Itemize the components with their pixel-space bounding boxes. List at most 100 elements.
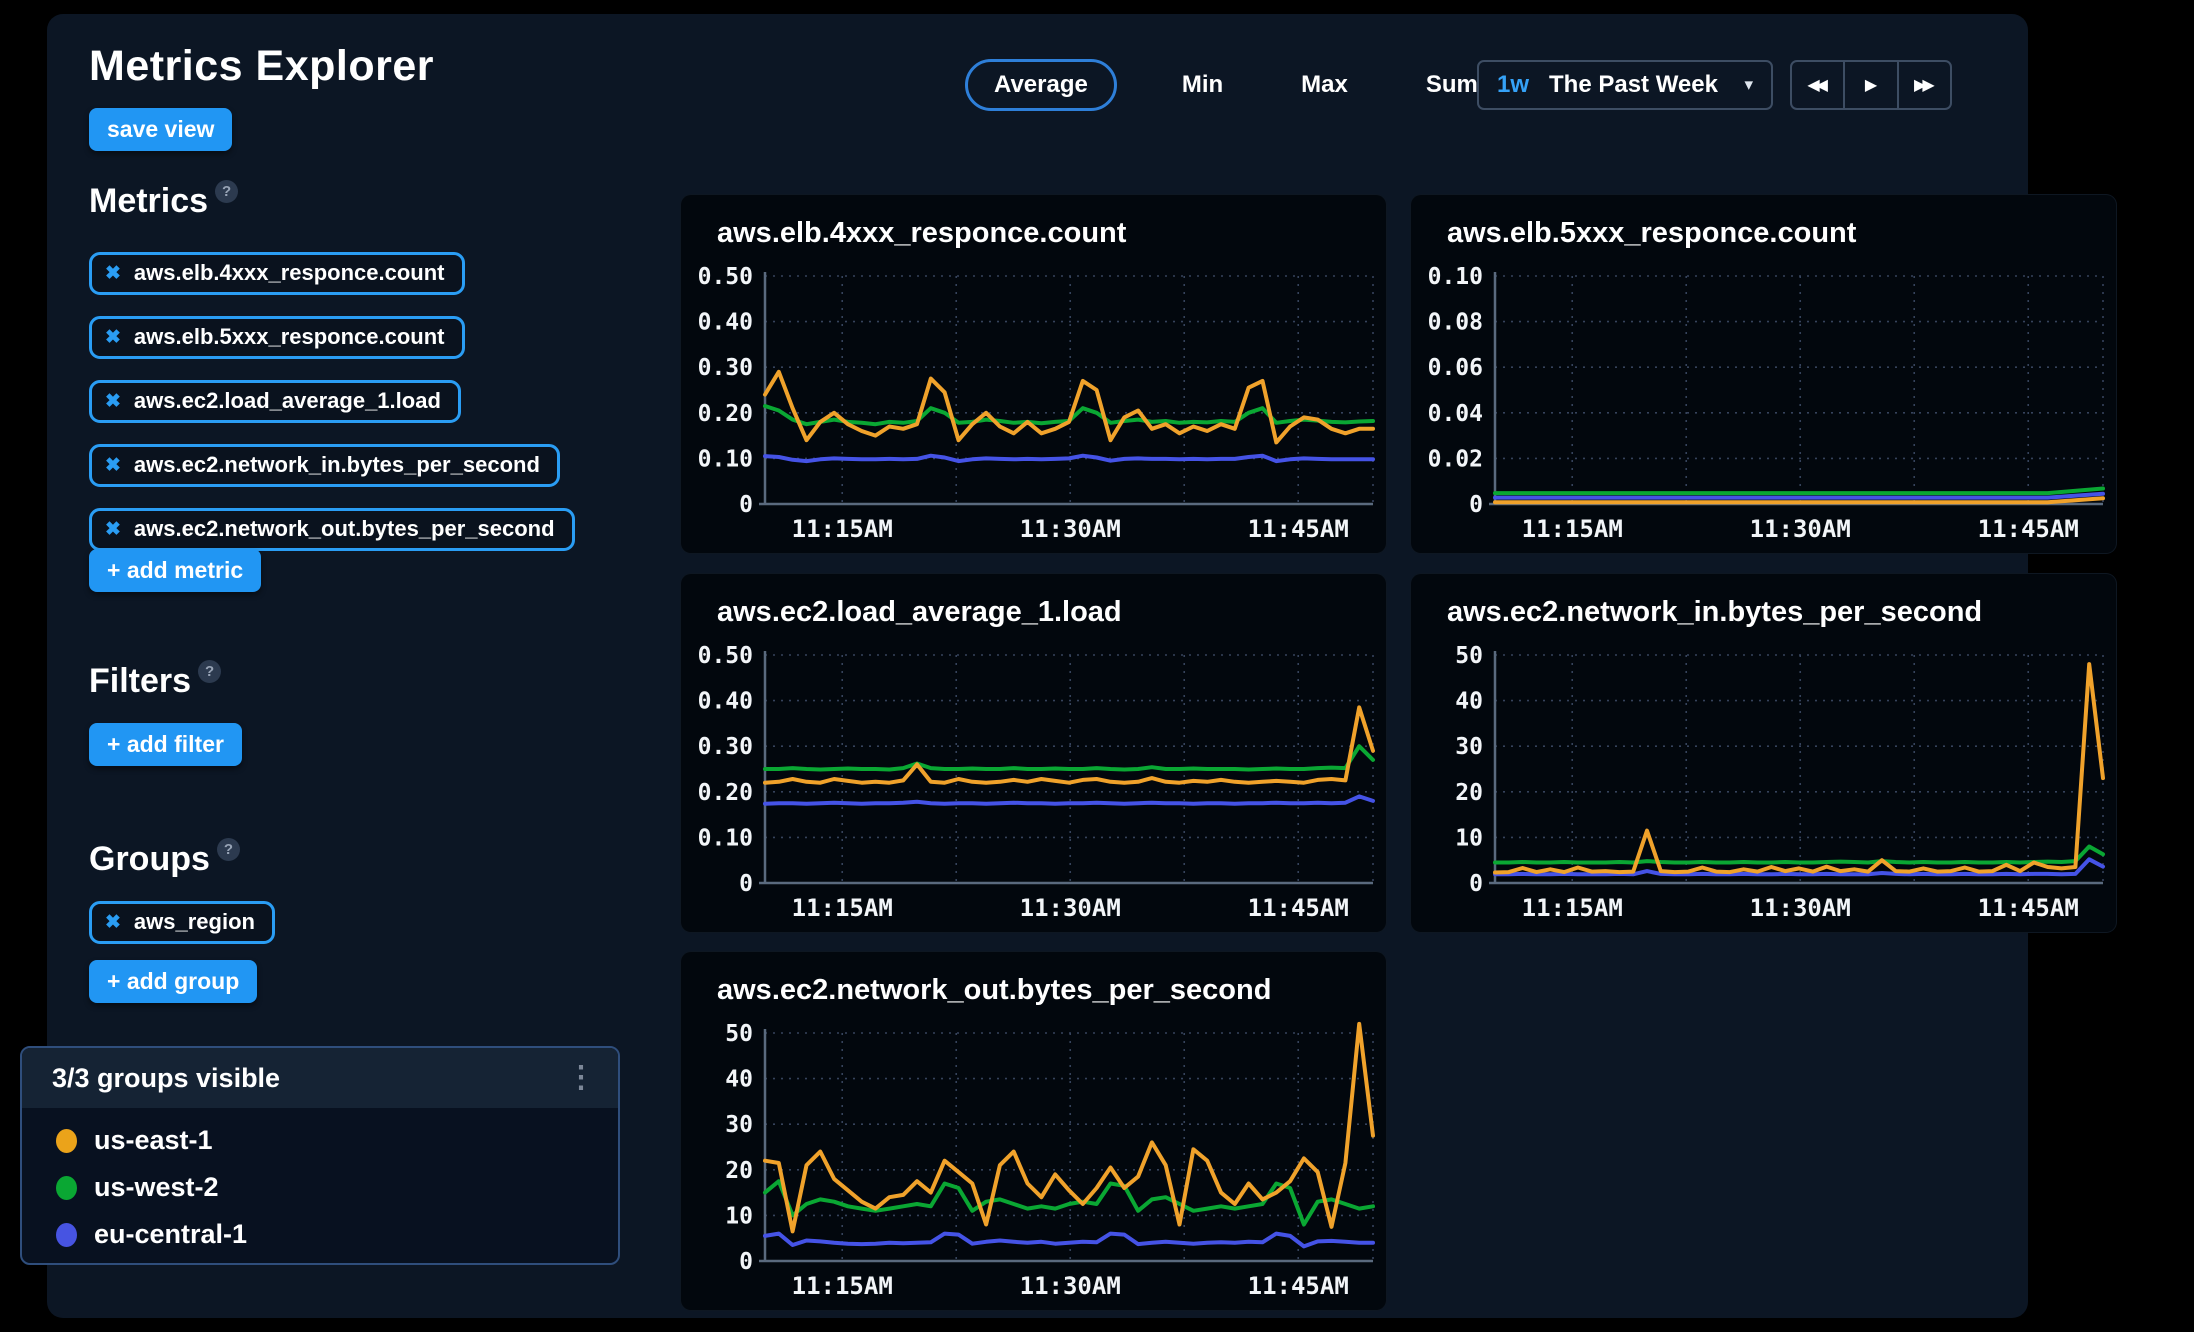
svg-text:11:15AM: 11:15AM <box>792 1272 893 1300</box>
legend-item-eu-central-1[interactable]: eu-central-1 <box>56 1218 618 1251</box>
groups-visible-title: 3/3 groups visible <box>52 1063 280 1094</box>
chart-card-aws.elb.5xxx_responce.count: aws.elb.5xxx_responce.count0.100.080.060… <box>1411 195 2116 553</box>
chart-card-aws.elb.4xxx_responce.count: aws.elb.4xxx_responce.count0.500.400.300… <box>681 195 1386 553</box>
chip-aws.elb.5xxx_responce.count[interactable]: ✖ aws.elb.5xxx_responce.count <box>89 316 465 359</box>
svg-text:11:45AM: 11:45AM <box>1978 515 2079 543</box>
legend-item-us-east-1[interactable]: us-east-1 <box>56 1124 618 1157</box>
forward-icon: ▶▶ <box>1914 75 1935 95</box>
aggregation-max[interactable]: Max <box>1288 59 1361 111</box>
chart-plot: 5040302010011:15AM11:30AM11:45AM <box>681 952 1386 1310</box>
svg-text:10: 10 <box>1455 825 1483 851</box>
remove-chip-icon[interactable]: ✖ <box>105 520 121 539</box>
chip-aws.ec2.load_average_1.load[interactable]: ✖ aws.ec2.load_average_1.load <box>89 380 461 423</box>
aggregation-min[interactable]: Min <box>1169 59 1236 111</box>
chevron-down-icon: ▾ <box>1744 75 1753 95</box>
chip-label: aws.ec2.network_out.bytes_per_second <box>134 516 555 542</box>
series-line-eu-central-1 <box>765 456 1373 461</box>
remove-chip-icon[interactable]: ✖ <box>105 264 121 283</box>
svg-text:0.08: 0.08 <box>1428 310 1483 336</box>
svg-text:50: 50 <box>725 1021 753 1047</box>
kebab-menu-icon[interactable]: ⋮ <box>566 1063 596 1093</box>
svg-text:10: 10 <box>725 1203 753 1229</box>
chip-label: aws_region <box>134 909 255 935</box>
svg-text:0: 0 <box>1469 492 1483 518</box>
svg-text:11:30AM: 11:30AM <box>1020 515 1121 543</box>
svg-text:11:30AM: 11:30AM <box>1750 894 1851 922</box>
series-line-us-west-2 <box>1495 847 2103 863</box>
svg-text:11:15AM: 11:15AM <box>1522 894 1623 922</box>
legend-item-us-west-2[interactable]: us-west-2 <box>56 1171 618 1204</box>
series-line-us-east-1 <box>765 707 1373 782</box>
chart-plot: 0.500.400.300.200.10011:15AM11:30AM11:45… <box>681 195 1386 553</box>
chart-card-aws.ec2.load_average_1.load: aws.ec2.load_average_1.load0.500.400.300… <box>681 574 1386 932</box>
series-line-eu-central-1 <box>765 796 1373 803</box>
svg-text:0.30: 0.30 <box>698 355 753 381</box>
help-icon[interactable]: ? <box>217 838 240 861</box>
svg-text:11:30AM: 11:30AM <box>1020 1272 1121 1300</box>
chart-card-aws.ec2.network_out.bytes_per_second: aws.ec2.network_out.bytes_per_second5040… <box>681 952 1386 1310</box>
svg-text:0: 0 <box>739 492 753 518</box>
svg-text:0: 0 <box>1469 871 1483 897</box>
series-line-us-west-2 <box>765 746 1373 769</box>
remove-chip-icon[interactable]: ✖ <box>105 913 121 932</box>
help-icon[interactable]: ? <box>198 660 221 683</box>
svg-text:20: 20 <box>725 1158 753 1184</box>
svg-text:30: 30 <box>1455 734 1483 760</box>
rewind-button[interactable]: ◀◀ <box>1792 62 1843 108</box>
groups-heading-label: Groups <box>89 840 210 878</box>
svg-text:0.06: 0.06 <box>1428 355 1483 381</box>
svg-text:0.50: 0.50 <box>698 643 753 669</box>
chart-plot: 0.500.400.300.200.10011:15AM11:30AM11:45… <box>681 574 1386 932</box>
svg-text:40: 40 <box>725 1067 753 1093</box>
groups-visible-panel: 3/3 groups visible ⋮ us-east-1 us-west-2 e… <box>20 1046 620 1265</box>
svg-text:11:15AM: 11:15AM <box>1522 515 1623 543</box>
add-metric-button[interactable]: + add metric <box>89 549 261 592</box>
aggregation-average[interactable]: Average <box>965 59 1117 111</box>
legend-group-label: eu-central-1 <box>94 1219 247 1250</box>
svg-text:0.50: 0.50 <box>698 264 753 290</box>
svg-text:11:15AM: 11:15AM <box>792 894 893 922</box>
chip-label: aws.ec2.load_average_1.load <box>134 388 441 414</box>
add-group-button[interactable]: + add group <box>89 960 257 1003</box>
chip-label: aws.elb.5xxx_responce.count <box>134 324 445 350</box>
svg-text:0.40: 0.40 <box>698 689 753 715</box>
chip-aws.elb.4xxx_responce.count[interactable]: ✖ aws.elb.4xxx_responce.count <box>89 252 465 295</box>
filters-heading-label: Filters <box>89 662 191 700</box>
chip-label: aws.ec2.network_in.bytes_per_second <box>134 452 540 478</box>
legend-group-label: us-east-1 <box>94 1125 213 1156</box>
svg-text:0.10: 0.10 <box>698 446 753 472</box>
remove-chip-icon[interactable]: ✖ <box>105 328 121 347</box>
chart-plot: 0.100.080.060.040.02011:15AM11:30AM11:45… <box>1411 195 2116 553</box>
group-chip-list: ✖ aws_region <box>89 901 275 944</box>
fast-forward-button[interactable]: ▶▶ <box>1897 62 1950 108</box>
rewind-icon: ◀◀ <box>1807 75 1828 95</box>
series-line-eu-central-1 <box>765 1234 1373 1247</box>
playback-controls: ◀◀ ▶ ▶▶ <box>1790 60 1952 110</box>
svg-text:30: 30 <box>725 1112 753 1138</box>
chip-aws.ec2.network_out.bytes_per_second[interactable]: ✖ aws.ec2.network_out.bytes_per_second <box>89 508 575 551</box>
save-view-button[interactable]: save view <box>89 108 232 151</box>
chip-label: aws.elb.4xxx_responce.count <box>134 260 445 286</box>
svg-text:40: 40 <box>1455 689 1483 715</box>
legend-group-label: us-west-2 <box>94 1172 219 1203</box>
aggregation-toolbar: AverageMinMaxSum <box>965 60 1491 110</box>
series-line-us-east-1 <box>765 372 1373 443</box>
svg-text:0.10: 0.10 <box>1428 264 1483 290</box>
svg-text:0: 0 <box>739 1249 753 1275</box>
help-icon[interactable]: ? <box>215 180 238 203</box>
remove-chip-icon[interactable]: ✖ <box>105 392 121 411</box>
svg-text:0.30: 0.30 <box>698 734 753 760</box>
series-line-us-west-2 <box>1495 489 2103 494</box>
svg-text:11:45AM: 11:45AM <box>1978 894 2079 922</box>
add-filter-button[interactable]: + add filter <box>89 723 242 766</box>
remove-chip-icon[interactable]: ✖ <box>105 456 121 475</box>
play-button[interactable]: ▶ <box>1843 62 1896 108</box>
series-line-us-east-1 <box>765 1024 1373 1232</box>
svg-text:0.20: 0.20 <box>698 401 753 427</box>
chip-aws.ec2.network_in.bytes_per_second[interactable]: ✖ aws.ec2.network_in.bytes_per_second <box>89 444 560 487</box>
chip-aws_region[interactable]: ✖ aws_region <box>89 901 275 944</box>
legend-color-dot <box>56 1129 77 1153</box>
time-range-shortcut: 1w <box>1497 71 1529 99</box>
filters-heading: Filters? <box>89 662 221 701</box>
time-range-selector[interactable]: 1w The Past Week ▾ <box>1477 60 1773 110</box>
